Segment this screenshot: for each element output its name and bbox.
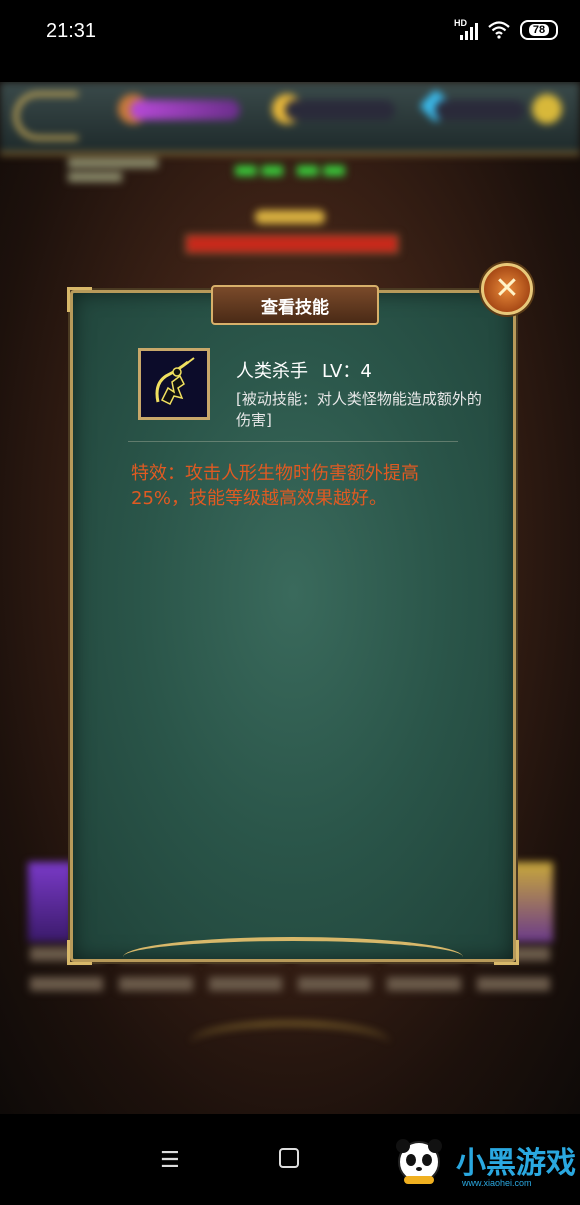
frame-bottom-ornament [123,937,463,977]
hero-stars [255,210,325,224]
hero-card-left[interactable] [28,862,73,942]
wifi-icon [488,21,510,39]
skill-icon [138,348,210,420]
panda-logo-icon [396,1139,442,1184]
hero-hp-bar [185,234,399,254]
divider [128,441,458,442]
stats-row [30,977,550,991]
game-top-bar [0,82,580,155]
dialog-title: 查看技能 [211,285,379,325]
watermark-text: 小黑游戏 [456,1147,576,1180]
frame-corner [67,940,92,965]
diamond-bar [435,100,525,120]
status-icons: HD 78 [454,18,558,40]
close-icon: ✕ [494,271,520,306]
status-clock: 21:31 [46,20,97,42]
frame-corner [67,287,92,312]
stamina-bar [130,100,240,120]
bottom-ornament [190,1022,390,1065]
back-arrow-icon[interactable] [14,92,78,140]
skill-name-line: 人类杀手 LV：4 [236,357,372,383]
watermark: 小黑游戏 www.xiaohei.com [390,1134,576,1188]
frame-corner [494,940,519,965]
hero-name-blurred: ▬▬ ▬▬ [232,152,348,185]
battery-level: 78 [528,24,550,36]
energy-icon [532,94,562,124]
skill-level: LV：4 [322,361,372,382]
skill-description: [被动技能：对人类怪物能造成额外的伤害] [236,390,482,429]
hero-info [68,154,158,194]
system-nav-bar: ☰ 小黑游戏 www.xiaohei.com [0,1114,580,1205]
human-slayer-icon [144,354,204,414]
gold-bar [285,100,395,120]
skill-name: 人类杀手 [236,361,308,382]
home-button[interactable] [279,1148,299,1168]
battery-icon: 78 [520,20,558,40]
status-bar: 21:31 HD 78 [0,0,580,82]
skill-dialog: 查看技能 ✕ 人类杀手 LV：4 [被动技能：对人类怪物能造成额外的伤害] 特效：… [67,263,533,965]
close-button[interactable]: ✕ [481,263,533,315]
skill-effect: 特效：攻击人形生物时伤害额外提高25%，技能等级越高效果越好。 [131,463,419,509]
signal-icon: HD [454,18,478,40]
menu-button[interactable]: ☰ [160,1148,180,1173]
watermark-url: www.xiaohei.com [462,1178,532,1188]
